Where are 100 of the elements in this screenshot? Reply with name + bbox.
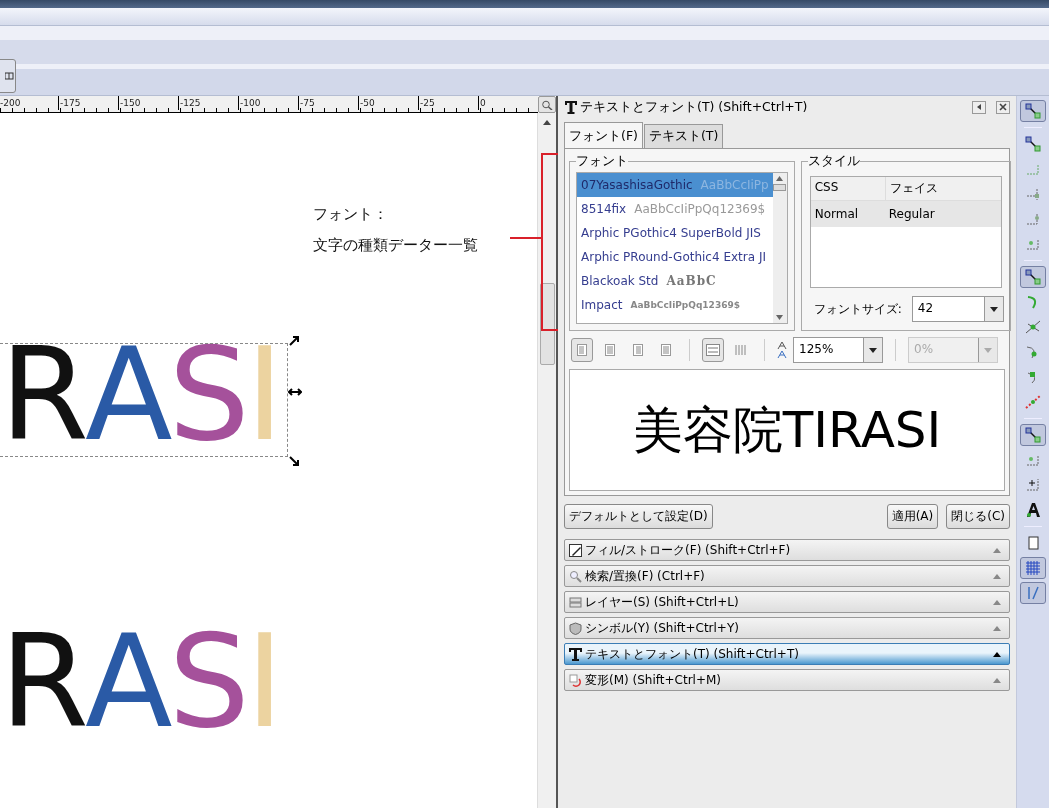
font-list-item[interactable]: Blackoak Std AaBbC xyxy=(577,269,773,293)
grid-icon xyxy=(5,71,15,81)
column-header[interactable]: フェイス xyxy=(884,177,960,200)
text-letter: S xyxy=(168,618,246,746)
dialog-title: テキストとフォント(T) (Shift+Ctrl+T) xyxy=(580,98,808,116)
orientation-button[interactable] xyxy=(702,338,724,362)
letter-icon xyxy=(1025,502,1041,518)
font-list-item[interactable]: 07YasashisaGothic AaBbCcIiPp xyxy=(577,173,773,197)
ruler-label: -150 xyxy=(118,96,141,110)
scroll-up-icon[interactable] xyxy=(543,119,551,125)
collapse-caret-icon xyxy=(993,573,1001,579)
page-icon xyxy=(1025,535,1041,551)
dropdown-icon[interactable] xyxy=(989,306,998,312)
ruler-label: -175 xyxy=(58,96,81,110)
font-list-item[interactable]: Impact AaBbCcIiPpQq12369$ xyxy=(577,293,773,317)
tab[interactable]: テキスト(T) xyxy=(643,124,724,148)
search-icon xyxy=(569,569,582,583)
zoom-button[interactable] xyxy=(538,96,556,113)
pen-icon xyxy=(569,543,582,557)
left-triangle-icon xyxy=(975,103,983,111)
annotation-text: 文字の種類データー一覧 xyxy=(313,235,478,256)
frame-title: フォント xyxy=(576,153,628,170)
vertical-text-icon xyxy=(734,344,748,356)
horizontal-text-icon xyxy=(706,344,720,356)
collapse-caret-icon xyxy=(993,547,1001,553)
line-spacing-combo[interactable]: 125% xyxy=(793,337,883,363)
scrollbar-thumb[interactable] xyxy=(773,184,787,191)
layers-icon xyxy=(569,595,582,609)
text-tool-icon xyxy=(564,100,578,114)
font-list-item[interactable]: 8514fix AaBbCcIiPpQq12369$ xyxy=(577,197,773,221)
text-letter: R xyxy=(0,331,85,459)
line-spacing-icon xyxy=(777,342,787,358)
text-letter: I xyxy=(245,331,280,459)
align-icon xyxy=(605,344,615,356)
collapse-caret-icon xyxy=(993,677,1001,683)
dropdown-icon[interactable] xyxy=(869,347,877,353)
snap-icon xyxy=(1025,103,1041,119)
align-icon xyxy=(661,344,671,356)
rotate-icon xyxy=(569,673,582,687)
resize-handle-icon[interactable] xyxy=(287,335,300,347)
ruler-label: -75 xyxy=(298,96,315,110)
dock-item[interactable]: テキストとフォント(T) (Shift+Ctrl+T) xyxy=(564,643,1010,665)
text-letter: A xyxy=(84,618,169,746)
grid-icon xyxy=(1025,560,1041,576)
iconify-button[interactable] xyxy=(972,100,986,114)
scroll-down-icon[interactable] xyxy=(776,315,784,320)
text-letter: R xyxy=(0,618,85,746)
ruler-label: -200 xyxy=(0,96,21,110)
collapse-caret-icon xyxy=(993,625,1001,631)
toolbar-button[interactable] xyxy=(0,59,16,93)
dock-item[interactable]: 変形(M) (Shift+Ctrl+M) xyxy=(564,669,1010,691)
close-button[interactable]: 閉じる(C) xyxy=(946,504,1010,529)
scroll-up-icon[interactable] xyxy=(776,176,784,181)
collapse-caret-icon xyxy=(993,651,1001,657)
dock-item[interactable]: シンボル(Y) (Shift+Ctrl+Y) xyxy=(564,617,1010,639)
vertical-scrollbar[interactable] xyxy=(537,113,556,808)
resize-handle-icon[interactable] xyxy=(287,455,300,467)
ruler-label: -50 xyxy=(358,96,375,110)
snap-icon xyxy=(1025,319,1041,335)
align-button[interactable] xyxy=(571,338,593,362)
dock-item[interactable]: フィル/ストローク(F) (Shift+Ctrl+F) xyxy=(564,539,1010,561)
shield-icon xyxy=(569,621,582,635)
text-tool-icon xyxy=(569,647,582,661)
snap-icon xyxy=(1025,269,1041,285)
text-letter: A xyxy=(84,331,169,459)
ruler-label: -25 xyxy=(418,96,435,110)
apply-button[interactable]: 適用(A) xyxy=(886,504,939,529)
align-icon xyxy=(577,344,587,356)
dock-item[interactable]: 検索/置換(F) (Ctrl+F) xyxy=(564,565,1010,587)
annotation-title: フォント： xyxy=(313,204,389,225)
preview-text: 美容院TIRASI xyxy=(632,399,942,461)
column-header[interactable]: CSS xyxy=(810,177,885,200)
font-list-item[interactable]: Arphic PRound-Gothic4 Extra JI xyxy=(577,245,773,269)
ruler-label: -125 xyxy=(178,96,201,110)
text-letter: S xyxy=(168,331,246,459)
close-icon xyxy=(999,103,1007,111)
snap-icon xyxy=(1025,136,1041,152)
snap-icon xyxy=(1025,186,1041,202)
resize-handle-icon[interactable] xyxy=(287,387,302,397)
text-letter: I xyxy=(245,618,280,746)
font-list-item[interactable]: Arphic PGothic4 SuperBold JIS xyxy=(577,221,773,245)
style-row[interactable]: Normal Regular xyxy=(810,201,1001,227)
close-button[interactable] xyxy=(996,100,1010,114)
snap-icon xyxy=(1025,427,1041,443)
guide-icon xyxy=(1025,585,1041,601)
snap-icon xyxy=(1025,211,1041,227)
tab[interactable]: フォント(F) xyxy=(564,122,643,148)
align-icon xyxy=(633,344,643,356)
snap-icon xyxy=(1025,477,1041,493)
collapse-caret-icon xyxy=(993,599,1001,605)
ruler-label: -100 xyxy=(238,96,261,110)
scrollbar-thumb[interactable] xyxy=(540,283,555,365)
set-default-button[interactable]: デフォルトとして設定(D) xyxy=(564,504,713,529)
list-scrollbar[interactable] xyxy=(772,173,787,323)
ruler-label: 0 xyxy=(478,96,486,110)
frame-title: スタイル xyxy=(807,153,860,170)
dock-item[interactable]: レイヤー(S) (Shift+Ctrl+L) xyxy=(564,591,1010,613)
font-size-label: フォントサイズ: xyxy=(813,300,902,318)
magnifier-icon xyxy=(541,99,553,110)
font-size-combo[interactable]: 42 xyxy=(911,296,1004,322)
